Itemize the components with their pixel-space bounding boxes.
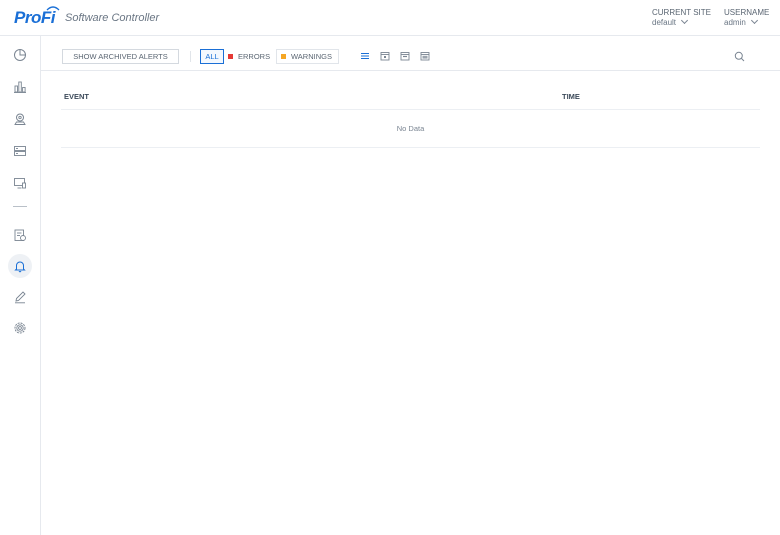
sidebar-item-events[interactable] bbox=[8, 285, 32, 309]
empty-state-text: No Data bbox=[396, 124, 425, 133]
alerts-table: EVENT TIME No Data bbox=[61, 81, 760, 148]
app-title: Software Controller bbox=[65, 12, 160, 24]
bell-icon bbox=[14, 261, 26, 273]
sidebar-item-devices[interactable] bbox=[8, 139, 32, 163]
table-body: No Data bbox=[61, 110, 760, 148]
error-dot-icon bbox=[228, 54, 233, 59]
list-icon[interactable] bbox=[360, 51, 370, 61]
toolbar-divider bbox=[190, 51, 191, 62]
warning-dot-icon bbox=[281, 54, 286, 59]
search-icon[interactable] bbox=[734, 51, 745, 62]
pie-chart-icon bbox=[14, 49, 26, 61]
alerts-toolbar: SHOW ARCHIVED ALERTS ALL ERRORS WARNINGS bbox=[41, 36, 780, 71]
sidebar-item-insights[interactable] bbox=[8, 223, 32, 247]
filter-warnings-button[interactable]: WARNINGS bbox=[276, 49, 339, 64]
map-pin-icon bbox=[14, 113, 26, 125]
chevron-down-icon bbox=[750, 16, 758, 25]
chevron-down-icon bbox=[680, 16, 689, 25]
calendar-month-icon[interactable] bbox=[420, 51, 430, 61]
top-header: ProFi Software Controller CURRENT SITE d… bbox=[0, 0, 780, 36]
logo: ProFi bbox=[14, 6, 60, 28]
filter-warnings-label: WARNINGS bbox=[291, 52, 332, 61]
current-site-value: default bbox=[652, 18, 677, 27]
table-header: EVENT TIME bbox=[61, 81, 760, 110]
gear-icon bbox=[14, 322, 26, 334]
column-header-event[interactable]: EVENT bbox=[64, 92, 89, 101]
column-header-time[interactable]: TIME bbox=[562, 92, 580, 101]
sidebar-item-dashboard[interactable] bbox=[8, 43, 32, 67]
sidebar-item-statistics[interactable] bbox=[8, 75, 32, 99]
sidebar-item-clients[interactable] bbox=[8, 171, 32, 195]
username-value: admin bbox=[724, 18, 746, 27]
edit-icon bbox=[15, 291, 26, 304]
bar-chart-icon bbox=[14, 81, 26, 93]
server-icon bbox=[14, 146, 26, 156]
sidebar-item-alerts[interactable] bbox=[8, 254, 32, 278]
calendar-week-icon[interactable] bbox=[400, 51, 410, 61]
calendar-day-icon[interactable] bbox=[380, 51, 390, 61]
current-site-label: CURRENT SITE bbox=[652, 8, 711, 17]
filter-errors-button[interactable]: ERRORS bbox=[226, 49, 270, 64]
report-icon bbox=[14, 229, 26, 241]
monitor-icon bbox=[14, 178, 26, 189]
current-site-selector[interactable]: CURRENT SITE default bbox=[652, 8, 711, 28]
filter-all-button[interactable]: ALL bbox=[200, 49, 224, 64]
sidebar-item-settings[interactable] bbox=[8, 316, 32, 340]
sidebar-item-map[interactable] bbox=[8, 107, 32, 131]
user-menu[interactable]: USERNAME admin bbox=[724, 8, 769, 28]
sidebar bbox=[0, 36, 41, 535]
show-archived-alerts-button[interactable]: SHOW ARCHIVED ALERTS bbox=[62, 49, 179, 64]
sidebar-divider bbox=[13, 206, 27, 207]
wifi-arc-icon bbox=[46, 6, 60, 11]
username-label: USERNAME bbox=[724, 8, 770, 17]
filter-errors-label: ERRORS bbox=[238, 52, 271, 61]
